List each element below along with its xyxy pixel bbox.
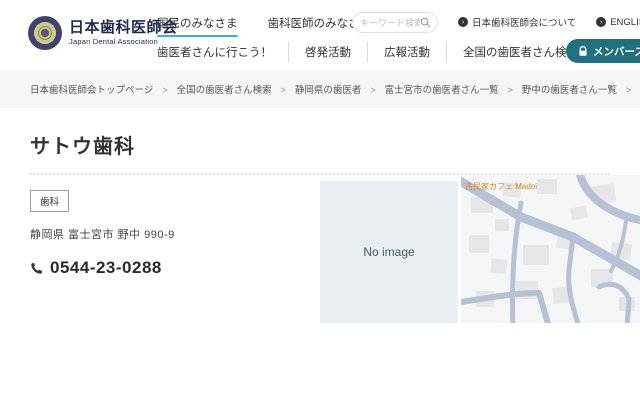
clinic-detail-section: 歯科 静岡県 富士宮市 野中 990-9 0544-23-0288 No ima…: [0, 175, 640, 345]
clinic-info: 歯科 静岡県 富士宮市 野中 990-9 0544-23-0288: [30, 190, 310, 278]
clinic-photo-placeholder: No image: [320, 181, 458, 323]
lock-icon: [578, 46, 588, 57]
site-header: 日本歯科医師会 Japan Dental Association 国民のみなさま…: [0, 0, 640, 70]
breadcrumb-national-search[interactable]: 全国の歯医者さん検索: [153, 82, 271, 96]
about-jda-link[interactable]: › 日本歯科医師会について: [458, 15, 576, 29]
primary-nav: 国民のみなさま 歯科医師のみなさま: [157, 15, 371, 37]
site-logo[interactable]: 日本歯科医師会 Japan Dental Association: [28, 16, 178, 50]
breadcrumb: 日本歯科医師会トップページ 全国の歯医者さん検索 静岡県の歯医者 富士宮市の歯医…: [30, 82, 640, 96]
about-jda-label: 日本歯科医師会について: [472, 15, 576, 29]
english-link[interactable]: › ENGLISH: [596, 15, 640, 29]
no-image-label: No image: [363, 245, 414, 259]
breadcrumb-current-page: サトウ歯科: [617, 82, 640, 96]
english-label: ENGLISH: [610, 17, 640, 28]
location-map[interactable]: 古民家カフェ Madoi: [461, 175, 640, 323]
nav-item-awareness[interactable]: 啓発活動: [288, 42, 367, 62]
nav-item-go-to-dentist[interactable]: 歯医者さんに行こう！: [157, 42, 288, 62]
phone-row: 0544-23-0288: [30, 258, 310, 278]
circle-arrow-icon: ›: [458, 17, 468, 27]
category-badge: 歯科: [30, 190, 69, 212]
breadcrumb-bar: 日本歯科医師会トップページ 全国の歯医者さん検索 静岡県の歯医者 富士宮市の歯医…: [0, 70, 640, 108]
nav-item-pr[interactable]: 広報活動: [367, 42, 446, 62]
map-canvas: 古民家カフェ Madoi: [461, 175, 640, 323]
breadcrumb-home[interactable]: 日本歯科医師会トップページ: [30, 82, 153, 96]
search-input[interactable]: [360, 18, 420, 28]
jda-emblem-icon: [28, 16, 62, 50]
clinic-address: 静岡県 富士宮市 野中 990-9: [30, 226, 310, 242]
secondary-nav: 歯医者さんに行こう！ 啓発活動 広報活動 全国の歯医者さん検索: [157, 42, 594, 62]
keyword-search-box[interactable]: [352, 12, 438, 33]
page-title: サトウ歯科: [0, 108, 640, 173]
utility-nav: › 日本歯科医師会について › ENGLISH: [458, 15, 640, 29]
circle-arrow-icon: ›: [596, 17, 606, 27]
phone-icon: [30, 262, 43, 275]
members-room-button[interactable]: メンバーズルーム: [566, 39, 640, 63]
search-icon[interactable]: [420, 17, 431, 28]
main-content: サトウ歯科 歯科 静岡県 富士宮市 野中 990-9 0544-23-0288 …: [0, 108, 640, 345]
map-poi-label: 古民家カフェ Madoi: [465, 181, 537, 191]
breadcrumb-fujinomiya[interactable]: 富士宮市の歯医者さん一覧: [361, 82, 498, 96]
clinic-phone-number[interactable]: 0544-23-0288: [50, 258, 162, 278]
breadcrumb-shizuoka[interactable]: 静岡県の歯医者: [272, 82, 362, 96]
members-room-label: メンバーズルーム: [593, 44, 640, 59]
breadcrumb-nonaka[interactable]: 野中の歯医者さん一覧: [499, 82, 617, 96]
tab-citizens[interactable]: 国民のみなさま: [157, 15, 238, 37]
